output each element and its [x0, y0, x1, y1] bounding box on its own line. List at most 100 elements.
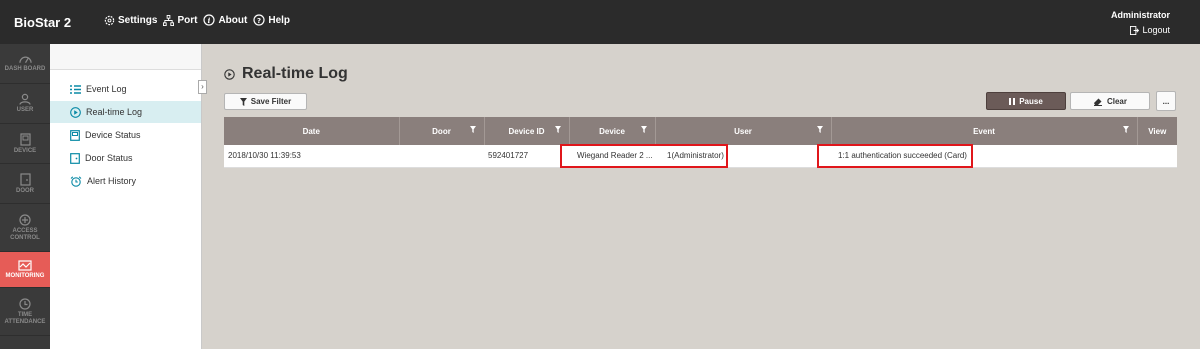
column-event[interactable]: Event — [831, 117, 1138, 145]
submenu-header — [50, 44, 201, 70]
submenu-door-status[interactable]: Door Status — [50, 147, 201, 169]
submenu-device-status[interactable]: Device Status — [50, 124, 201, 146]
play-circle-icon — [224, 68, 235, 80]
top-bar: BioStar 2 Settings Port i About ? Help A… — [0, 0, 1200, 44]
nav-monitoring[interactable]: MONITORING — [0, 252, 50, 288]
info-icon: i — [203, 14, 216, 26]
filter-icon[interactable] — [1122, 126, 1129, 133]
nav-time-attendance-label: TIME ATTENDANCE — [4, 311, 46, 325]
nav-monitoring-label: MONITORING — [5, 272, 45, 279]
eraser-icon — [1093, 98, 1102, 106]
nav-dashboard[interactable]: DASH BOARD — [0, 44, 50, 84]
logout-link[interactable]: Logout — [1130, 25, 1170, 35]
submenu-device-status-label: Device Status — [85, 130, 141, 140]
column-device-id[interactable]: Device ID — [484, 117, 570, 145]
logout-label: Logout — [1142, 25, 1170, 35]
monitoring-submenu: Event Log Real-time Log Device Status Do… — [50, 44, 202, 349]
nav-device-label: DEVICE — [13, 147, 37, 154]
highlight-device-user — [560, 144, 728, 168]
pause-button[interactable]: Pause — [986, 92, 1066, 110]
column-door[interactable]: Door — [399, 117, 485, 145]
column-user-label: User — [734, 126, 752, 136]
alarm-icon — [70, 175, 82, 187]
nav-access-control-label: ACCESS CONTROL — [10, 227, 40, 241]
settings-link[interactable]: Settings — [104, 15, 157, 26]
nav-door-label: DOOR — [16, 187, 34, 194]
current-user[interactable]: Administrator — [1111, 10, 1170, 20]
submenu-alert-history[interactable]: Alert History — [50, 170, 201, 192]
main-content: Real-time Log Save Filter Pause Clear ..… — [202, 44, 1200, 349]
column-device-label: Device — [599, 126, 625, 136]
column-user[interactable]: User — [655, 117, 832, 145]
nav-door[interactable]: DOOR — [0, 164, 50, 204]
network-icon — [163, 14, 175, 26]
port-label: Port — [177, 14, 198, 26]
play-icon — [70, 106, 81, 118]
help-label: Help — [268, 14, 291, 26]
clock-icon — [19, 297, 31, 310]
device-status-icon — [70, 129, 80, 141]
main-nav: DASH BOARD USER DEVICE DOOR ACCESS CONTR… — [0, 44, 50, 349]
submenu-real-time-log-label: Real-time Log — [86, 107, 143, 117]
save-filter-button[interactable]: Save Filter — [224, 93, 307, 110]
filter-icon[interactable] — [816, 126, 823, 133]
device-icon — [19, 132, 31, 146]
monitoring-icon — [18, 259, 32, 271]
page-title-text: Real-time Log — [242, 65, 348, 82]
settings-label: Settings — [118, 14, 158, 26]
clear-label: Clear — [1106, 96, 1127, 106]
cell-date: 2018/10/30 11:39:53 — [224, 145, 399, 168]
list-icon — [70, 84, 81, 94]
more-options-button[interactable]: ... — [1156, 91, 1176, 111]
column-device[interactable]: Device — [569, 117, 656, 145]
submenu-alert-history-label: Alert History — [87, 176, 137, 186]
filter-icon[interactable] — [469, 126, 476, 133]
gear-icon — [104, 15, 115, 25]
column-view[interactable]: View — [1137, 117, 1177, 145]
cell-device-id: 592401727 — [484, 145, 569, 168]
user-icon — [19, 93, 31, 105]
submenu-door-status-label: Door Status — [85, 153, 133, 163]
door-icon — [19, 172, 31, 186]
highlight-event — [817, 144, 973, 168]
submenu-event-log[interactable]: Event Log — [50, 78, 201, 100]
column-view-label: View — [1148, 126, 1167, 136]
help-icon: ? — [253, 14, 265, 26]
column-door-label: Door — [432, 126, 451, 136]
filter-icon[interactable] — [554, 126, 561, 133]
submenu-real-time-log[interactable]: Real-time Log — [50, 101, 201, 123]
column-date-label: Date — [302, 126, 320, 136]
column-device-id-label: Device ID — [508, 126, 545, 136]
port-link[interactable]: Port — [163, 14, 198, 26]
nav-user[interactable]: USER — [0, 84, 50, 124]
nav-time-attendance[interactable]: TIME ATTENDANCE — [0, 288, 50, 336]
filter-icon — [239, 97, 247, 106]
page-title: Real-time Log — [224, 65, 348, 83]
clear-button[interactable]: Clear — [1070, 92, 1150, 110]
about-link[interactable]: i About — [203, 14, 247, 26]
submenu-event-log-label: Event Log — [86, 84, 127, 94]
filter-icon[interactable] — [640, 126, 647, 133]
access-control-icon — [19, 213, 31, 226]
app-brand[interactable]: BioStar 2 — [14, 15, 71, 30]
about-label: About — [218, 14, 248, 26]
pause-label: Pause — [1019, 96, 1043, 106]
logout-icon — [1130, 25, 1140, 35]
top-menu: Settings Port i About ? Help — [104, 14, 296, 26]
nav-dashboard-label: DASH BOARD — [4, 66, 46, 72]
cell-view[interactable] — [1137, 145, 1177, 168]
svg-text:?: ? — [257, 17, 261, 25]
nav-access-control[interactable]: ACCESS CONTROL — [0, 204, 50, 252]
pause-icon — [1009, 97, 1016, 105]
save-filter-label: Save Filter — [250, 97, 292, 106]
cell-door — [399, 145, 484, 168]
column-date[interactable]: Date — [224, 117, 400, 145]
nav-user-label: USER — [16, 107, 34, 113]
table-header-row: Date Door Device ID Device User Event Vi… — [224, 117, 1177, 145]
help-link[interactable]: ? Help — [253, 14, 290, 26]
svg-text:i: i — [208, 16, 211, 25]
column-event-label: Event — [973, 126, 995, 136]
dashboard-icon — [18, 56, 32, 64]
door-status-icon — [70, 152, 80, 164]
nav-device[interactable]: DEVICE — [0, 124, 50, 164]
